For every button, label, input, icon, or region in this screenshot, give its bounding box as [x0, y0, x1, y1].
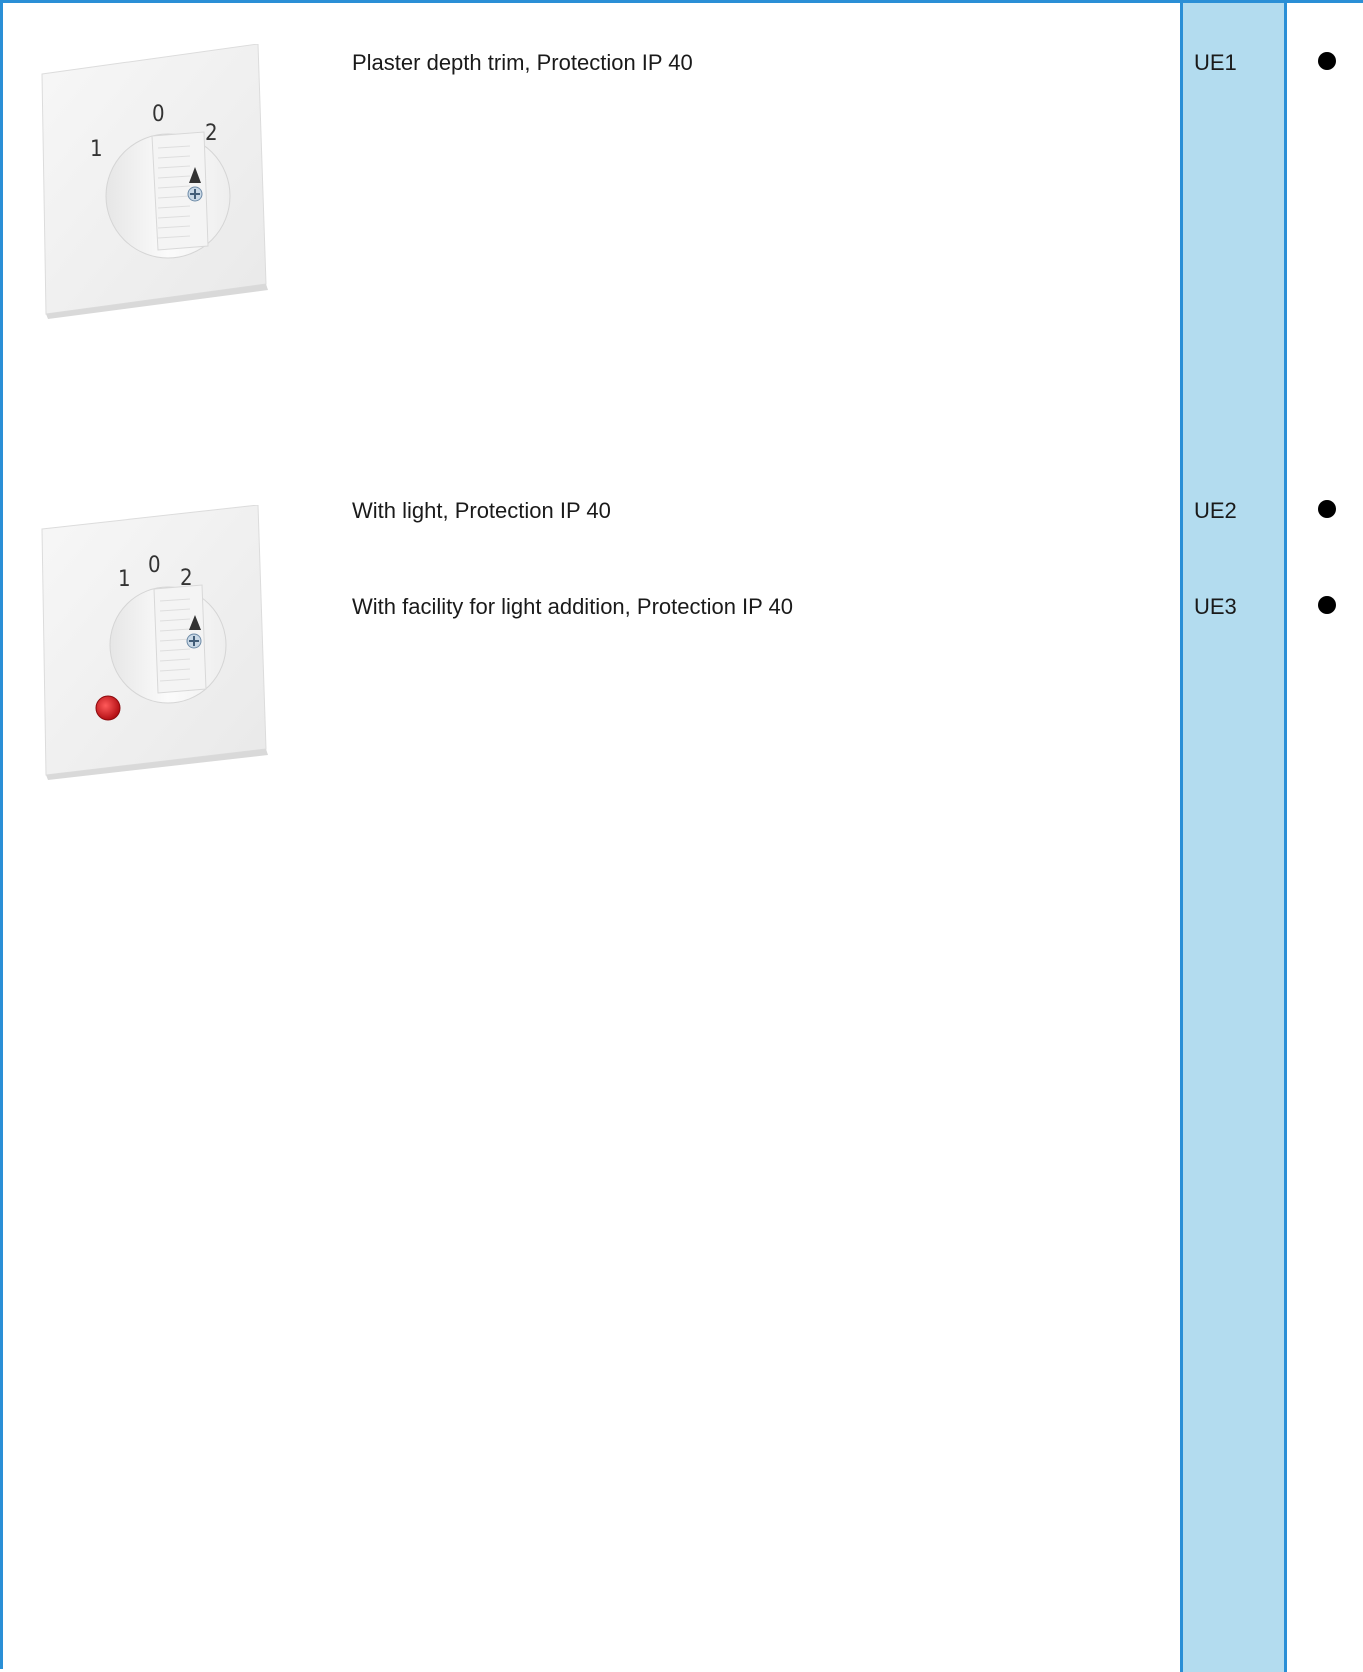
- availability-dot-ue1: [1318, 52, 1336, 70]
- availability-dot-ue3: [1318, 596, 1336, 614]
- dial-label-1: 1: [90, 137, 103, 162]
- product-code-ue2: UE2: [1194, 498, 1237, 523]
- dial-label-2: 2: [180, 566, 193, 591]
- dial-label-1: 1: [118, 567, 131, 592]
- dial-label-0: 0: [152, 102, 165, 127]
- product-image-ue1: 1 0 2: [40, 44, 270, 319]
- product-code-ue3: UE3: [1194, 594, 1237, 619]
- code-column: [1180, 3, 1287, 1672]
- rotary-switch-cover-with-light-icon: 1 0 2: [41, 505, 268, 780]
- product-code-ue1: UE1: [1194, 50, 1237, 75]
- dial-label-2: 2: [205, 121, 218, 146]
- rotary-switch-cover-icon: 1 0 2: [41, 44, 268, 319]
- product-description-ue3: With facility for light addition, Protec…: [352, 594, 794, 619]
- dial-label-0: 0: [148, 553, 161, 578]
- availability-dot-ue2: [1318, 500, 1336, 518]
- product-image-ue2: 1 0 2: [40, 505, 270, 780]
- indicator-light: [95, 695, 121, 721]
- product-description-ue2: With light, Protection IP 40: [352, 498, 611, 523]
- product-description-ue1: Plaster depth trim, Protection IP 40: [352, 50, 693, 75]
